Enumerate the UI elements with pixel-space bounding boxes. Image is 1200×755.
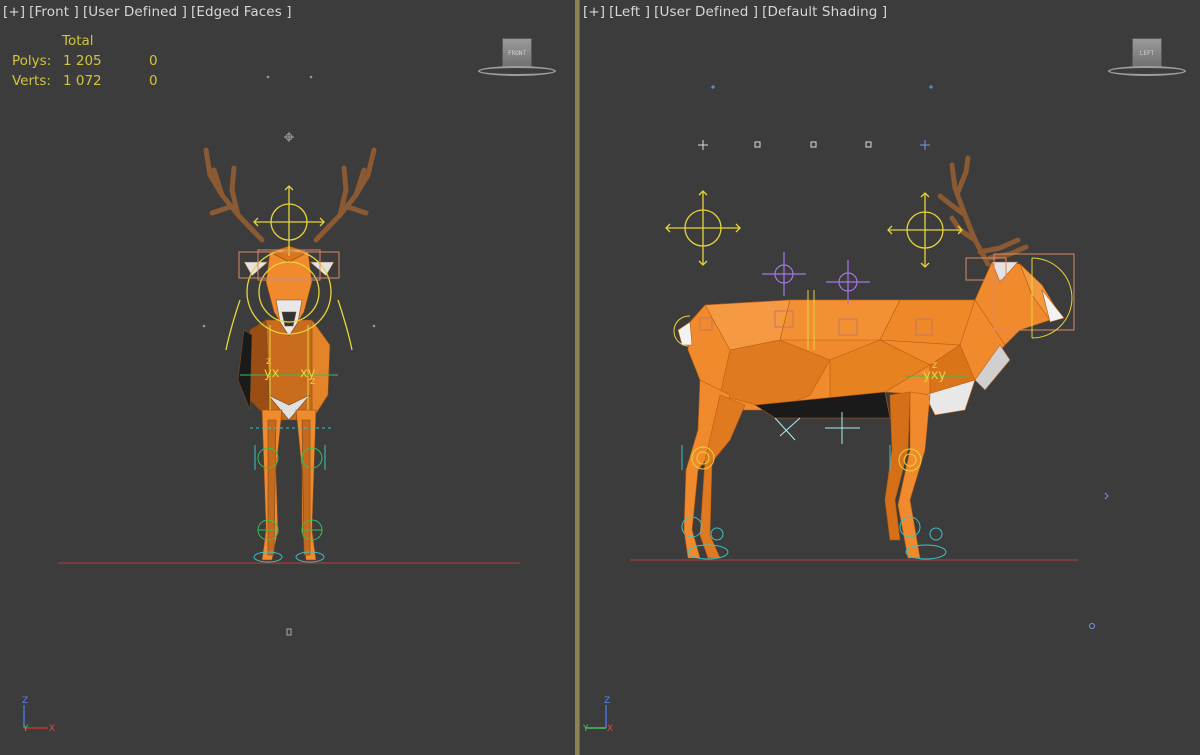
left-viewport[interactable]: [+] [Left ] [User Defined ] [Default Shadin… <box>579 0 1200 755</box>
deer-body-side <box>677 261 1065 559</box>
axis-label-x: X <box>607 724 613 734</box>
front-scene: yx xy z z Z Y X <box>22 75 520 734</box>
pivot-label: z <box>310 376 315 387</box>
pivot-label: yx <box>264 366 280 381</box>
deer-antlers <box>203 147 377 243</box>
deer-antlers <box>937 155 1029 267</box>
axis-tripod: Z Y X <box>22 696 55 734</box>
pivot-label: z <box>932 360 937 371</box>
axis-label-z: Z <box>22 696 28 706</box>
crosshair-marker <box>284 132 294 142</box>
front-viewport[interactable]: [+] [Front ] [User Defined ] [Edged Faces ]… <box>0 0 575 755</box>
rig-leg-controls <box>250 427 332 563</box>
axis-label-x: X <box>49 724 55 734</box>
helper-box <box>286 628 292 636</box>
axis-label-z: Z <box>604 696 610 706</box>
rig-purple-controls <box>762 252 870 304</box>
axis-label-y: Y <box>22 724 29 734</box>
pivot-label: z <box>266 356 271 367</box>
rig-move-gizmo-1 <box>665 190 741 266</box>
axis-tripod: Z Y X <box>582 696 613 734</box>
left-scene: yxy z Z Y X <box>582 85 1109 734</box>
axis-label-y: Y <box>582 724 589 734</box>
